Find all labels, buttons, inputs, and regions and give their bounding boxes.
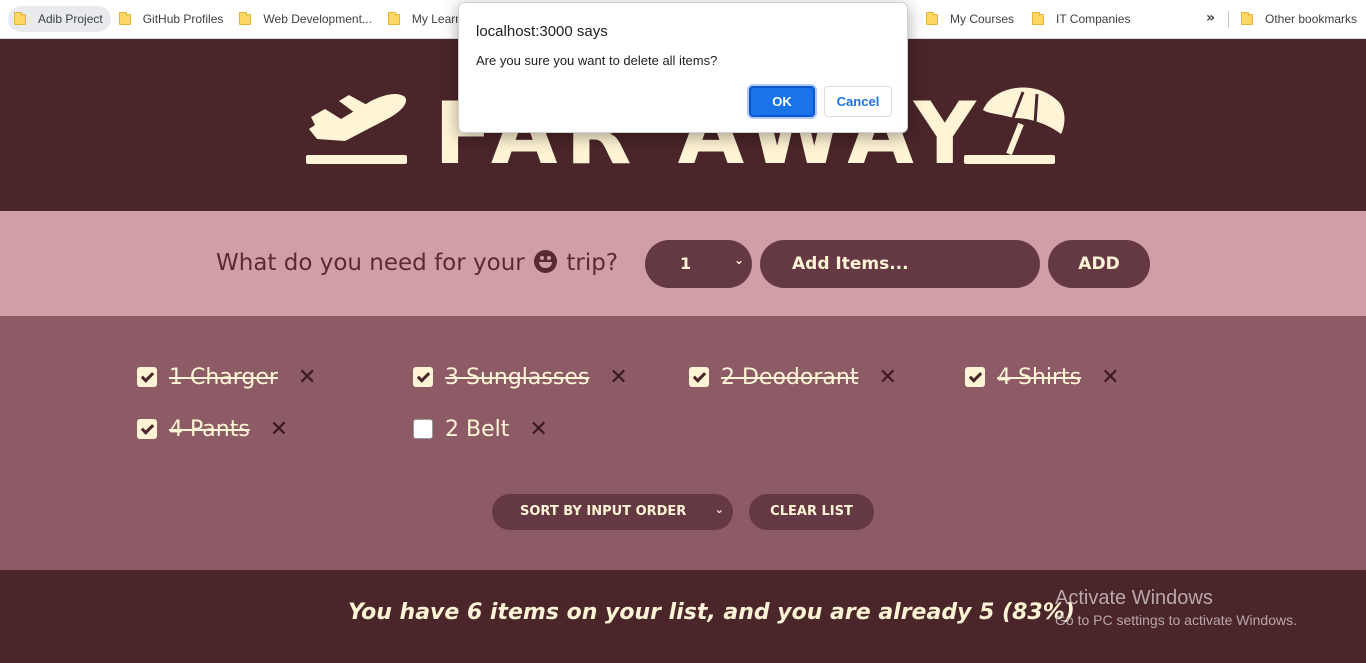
list-item: 1 Charger ✕ <box>137 362 316 392</box>
bookmark-label: Web Development... <box>263 12 372 26</box>
bookmark-label: IT Companies <box>1056 12 1131 26</box>
delete-icon[interactable]: ✕ <box>298 365 316 390</box>
item-checkbox[interactable] <box>965 367 985 387</box>
folder-icon <box>1241 11 1253 25</box>
bookmark-label: My Courses <box>950 12 1015 26</box>
delete-icon[interactable]: ✕ <box>878 365 896 390</box>
chevron-down-icon: ⌄ <box>733 253 744 267</box>
item-checkbox[interactable] <box>689 367 709 387</box>
dialog-title: localhost:3000 says <box>476 23 608 40</box>
stats-footer: You have 6 items on your list, and you a… <box>0 570 1366 663</box>
item-label: 2 Belt <box>445 416 510 442</box>
delete-icon[interactable]: ✕ <box>609 365 627 390</box>
add-form: What do you need for your trip? 1 ⌄ Add … <box>0 211 1366 316</box>
list-item: 2 Deodorant ✕ <box>689 362 897 392</box>
bookmark-web-development[interactable]: Web Development... <box>233 6 380 32</box>
item-label: 3 Sunglasses <box>445 364 590 390</box>
bookmark-label: Other bookmarks <box>1265 12 1358 26</box>
list-item: 4 Pants ✕ <box>137 414 288 444</box>
quantity-value: 1 <box>680 254 692 273</box>
folder-icon <box>14 11 26 25</box>
list-item: 2 Belt ✕ <box>413 414 548 444</box>
item-checkbox[interactable] <box>413 419 433 439</box>
bookmark-label: My Learn <box>411 12 462 26</box>
bookmark-my-learn[interactable]: My Learn <box>382 6 470 32</box>
bookmark-it-companies[interactable]: IT Companies <box>1026 6 1138 32</box>
cancel-button[interactable]: Cancel <box>824 86 892 117</box>
airplane-departure-icon <box>306 94 407 164</box>
bookmark-label: Adib Project <box>38 12 103 26</box>
ok-button[interactable]: OK <box>749 86 815 117</box>
confirm-dialog: localhost:3000 says Are you sure you wan… <box>458 2 908 133</box>
clear-list-button[interactable]: CLEAR LIST <box>749 494 874 530</box>
sort-select[interactable]: SORT BY INPUT ORDER ⌄ <box>492 494 733 530</box>
item-checkbox[interactable] <box>413 367 433 387</box>
folder-icon <box>387 11 400 25</box>
bookmark-my-courses[interactable]: My Courses <box>920 6 1022 32</box>
item-input[interactable]: Add Items... <box>760 240 1040 288</box>
bookmarks-divider <box>1228 11 1229 28</box>
add-button[interactable]: ADD <box>1048 240 1150 288</box>
delete-icon[interactable]: ✕ <box>270 417 288 442</box>
item-checkbox[interactable] <box>137 367 157 387</box>
delete-icon[interactable]: ✕ <box>529 417 547 442</box>
smiling-face-icon <box>534 250 558 273</box>
dialog-message: Are you sure you want to delete all item… <box>476 53 718 68</box>
item-checkbox[interactable] <box>137 419 157 439</box>
item-label: 4 Shirts <box>997 364 1082 390</box>
question-text-after: trip? <box>566 250 619 276</box>
chevron-down-icon: ⌄ <box>714 503 724 516</box>
item-label: 2 Deodorant <box>721 364 859 390</box>
form-question: What do you need for your trip? <box>216 250 618 276</box>
stats-text: You have 6 items on your list, and you a… <box>348 600 1075 625</box>
bookmark-adib-project[interactable]: Adib Project <box>8 6 111 32</box>
watermark-subtitle: Go to PC settings to activate Windows. <box>1055 612 1297 628</box>
quantity-select[interactable]: 1 ⌄ <box>645 240 752 288</box>
item-label: 4 Pants <box>169 416 250 442</box>
watermark-title: Activate Windows <box>1055 587 1213 609</box>
packing-list: 1 Charger ✕ 3 Sunglasses ✕ 2 Deodorant ✕… <box>0 316 1366 570</box>
list-item: 4 Shirts ✕ <box>965 362 1120 392</box>
folder-icon <box>118 11 131 25</box>
folder-icon <box>239 11 252 25</box>
list-item: 3 Sunglasses ✕ <box>413 362 628 392</box>
question-text-before: What do you need for your <box>216 250 525 276</box>
folder-icon <box>1032 11 1044 25</box>
item-label: 1 Charger <box>169 364 278 390</box>
beach-umbrella-icon <box>964 87 1065 164</box>
chevron-double-right-icon[interactable]: » <box>1206 10 1215 26</box>
bookmark-github-profiles[interactable]: GitHub Profiles <box>113 6 232 32</box>
activation-watermark: Activate Windows Go to PC settings to ac… <box>1055 587 1297 628</box>
folder-icon <box>926 11 938 25</box>
bookmark-label: GitHub Profiles <box>142 12 224 26</box>
delete-icon[interactable]: ✕ <box>1101 365 1119 390</box>
bookmark-other[interactable]: Other bookmarks <box>1235 6 1365 32</box>
sort-value: SORT BY INPUT ORDER <box>520 504 687 519</box>
